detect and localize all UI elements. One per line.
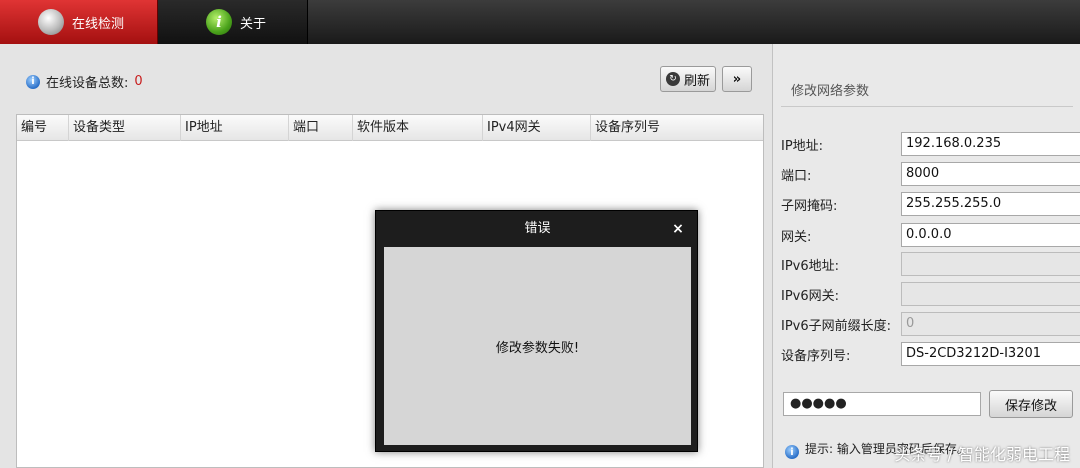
port-input[interactable]: 8000 xyxy=(901,162,1080,186)
field-row-ipv6: IPv6地址: xyxy=(781,252,1080,276)
tab-about-label: 关于 xyxy=(240,16,267,32)
error-dialog: 错误 × 修改参数失败! xyxy=(375,210,698,452)
table-header: 编号 设备类型 IP地址 端口 软件版本 IPv4网关 设备序列号 xyxy=(17,115,763,141)
dialog-body: 修改参数失败! xyxy=(384,247,691,445)
field-row-subnet: 子网掩码: 255.255.255.0 xyxy=(781,192,1080,216)
column-header-software-version[interactable]: 软件版本 xyxy=(353,115,483,141)
network-params-panel: 修改网络参数 IP地址: 192.168.0.235 端口: 8000 子网掩码… xyxy=(772,44,1080,468)
column-header-port[interactable]: 端口 xyxy=(289,115,353,141)
field-row-ipv6-gateway: IPv6网关: xyxy=(781,282,1080,306)
info-icon: i xyxy=(26,74,40,89)
field-row-ipv6-prefix: IPv6子网前缀长度: 0 xyxy=(781,312,1080,336)
ipv6-gateway-label: IPv6网关: xyxy=(781,288,840,304)
panel-divider xyxy=(781,106,1073,107)
online-device-summary: i 在线设备总数: 0 xyxy=(26,72,143,91)
tab-about[interactable]: i 关于 xyxy=(158,0,308,44)
panel-title: 修改网络参数 xyxy=(791,84,870,99)
dialog-title: 错误 xyxy=(524,221,551,236)
column-header-number[interactable]: 编号 xyxy=(17,115,69,141)
column-header-serial[interactable]: 设备序列号 xyxy=(591,115,763,141)
dialog-message: 修改参数失败! xyxy=(495,341,580,356)
admin-password-input[interactable]: ●●●●● xyxy=(783,392,981,416)
ip-input[interactable]: 192.168.0.235 xyxy=(901,132,1080,156)
column-header-device-type[interactable]: 设备类型 xyxy=(69,115,181,141)
column-header-ip[interactable]: IP地址 xyxy=(181,115,289,141)
ipv6-prefix-label: IPv6子网前缀长度: xyxy=(781,318,892,334)
serial-label: 设备序列号: xyxy=(781,348,851,364)
ip-label: IP地址: xyxy=(781,138,824,154)
save-changes-button[interactable]: 保存修改 xyxy=(989,390,1073,418)
refresh-label: 刷新 xyxy=(683,73,710,89)
gateway-label: 网关: xyxy=(781,229,812,245)
ipv6-address-label: IPv6地址: xyxy=(781,258,840,274)
top-tab-bar: 在线检测 i 关于 xyxy=(0,0,1080,44)
close-icon[interactable]: × xyxy=(669,220,687,238)
ipv6-prefix-input[interactable]: 0 xyxy=(901,312,1080,336)
expand-panel-button[interactable]: » xyxy=(722,66,752,92)
column-header-ipv4-gateway[interactable]: IPv4网关 xyxy=(483,115,591,141)
info-icon: i xyxy=(206,9,232,35)
ipv6-address-input[interactable] xyxy=(901,252,1080,276)
gateway-input[interactable]: 0.0.0.0 xyxy=(901,223,1080,247)
online-device-count: 0 xyxy=(134,74,143,89)
port-label: 端口: xyxy=(781,168,812,184)
serial-input[interactable]: DS-2CD3212D-I3201 xyxy=(901,342,1080,366)
field-row-serial: 设备序列号: DS-2CD3212D-I3201 xyxy=(781,342,1080,366)
summary-label: 在线设备总数: xyxy=(46,76,129,91)
tab-online-detect-label: 在线检测 xyxy=(72,16,125,32)
field-row-port: 端口: 8000 xyxy=(781,162,1080,186)
field-row-ip: IP地址: 192.168.0.235 xyxy=(781,132,1080,156)
subnet-mask-input[interactable]: 255.255.255.0 xyxy=(901,192,1080,216)
subnet-mask-label: 子网掩码: xyxy=(781,198,838,214)
camera-icon xyxy=(38,9,64,35)
hint-info-icon: i xyxy=(785,445,799,459)
ipv6-gateway-input[interactable] xyxy=(901,282,1080,306)
refresh-icon: ↻ xyxy=(665,72,680,86)
tab-online-detect[interactable]: 在线检测 xyxy=(0,0,158,44)
refresh-button[interactable]: ↻ 刷新 xyxy=(660,66,716,92)
field-row-gateway: 网关: 0.0.0.0 xyxy=(781,223,1080,247)
watermark: 头条号 / 智能化弱电工程 xyxy=(894,445,1070,464)
